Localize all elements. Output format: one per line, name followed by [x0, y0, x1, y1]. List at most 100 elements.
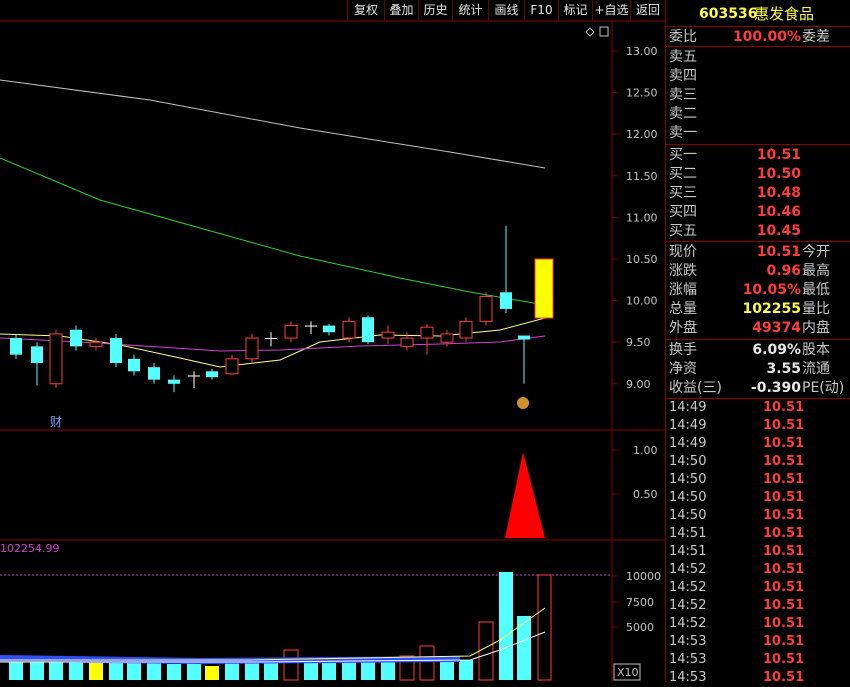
- tick-row: 14:52 10.51: [666, 615, 850, 633]
- candle-body: [518, 335, 530, 340]
- volume-bar: [537, 574, 552, 681]
- tick-time: 14:52: [669, 580, 707, 595]
- buy-level-price: 10.48: [756, 185, 801, 201]
- candle-body: [440, 333, 454, 343]
- stat-row: 外盘 49374 内盘: [666, 319, 850, 337]
- ma-mid-line: [0, 157, 546, 306]
- tick-row: 14:53 10.51: [666, 669, 850, 687]
- diamond-icon: [585, 27, 595, 37]
- tick-price: 10.51: [763, 634, 805, 649]
- buy-level-price: 10.51: [756, 147, 801, 163]
- candle-body: [342, 320, 356, 339]
- sell-level-row: 卖五: [666, 48, 850, 66]
- stat-label: 收益(三): [669, 380, 722, 396]
- signal-triangle: [505, 452, 545, 538]
- stat-right-label: 最低: [802, 282, 830, 298]
- cai-label: 财: [50, 415, 62, 429]
- volume-bar: [283, 649, 299, 681]
- tick-time: 14:50: [669, 508, 707, 523]
- sell-level-label: 卖五: [669, 49, 697, 65]
- candle-body: [265, 338, 277, 340]
- tick-time: 14:50: [669, 472, 707, 487]
- price-tick-label: 9.50: [626, 336, 651, 349]
- price-tick-label: 10.00: [626, 295, 658, 308]
- stat-label: 外盘: [669, 320, 697, 336]
- tick-time: 14:53: [669, 670, 707, 685]
- volume-bar: [342, 660, 356, 680]
- stat-right-label: 流通: [802, 361, 830, 377]
- candle-body: [323, 325, 335, 333]
- price-tick-label: 9.00: [626, 378, 651, 391]
- candle-body: [381, 331, 395, 339]
- sell-level-label: 卖一: [669, 125, 697, 141]
- stock-name: 惠发食品: [754, 5, 815, 23]
- candle-body: [305, 325, 317, 327]
- volume-bar: [499, 572, 513, 680]
- stat-label: 涨跌: [669, 263, 697, 279]
- weibi-row: 委比 100.00% 委差: [666, 28, 850, 46]
- volume-bar: [147, 662, 161, 680]
- stock-header: 603536 惠发食品: [666, 3, 850, 25]
- vol-tick-label: 7500: [626, 596, 654, 609]
- tick-price: 10.51: [763, 418, 805, 433]
- stat-label: 涨幅: [669, 282, 697, 298]
- weicha-label: 委差: [802, 29, 830, 45]
- candle-body: [284, 325, 298, 339]
- tick-time: 14:50: [669, 490, 707, 505]
- stat-right-label: PE(动): [802, 380, 845, 396]
- stock-code: 603536: [699, 6, 758, 22]
- stat-row: 现价 10.51 今开: [666, 243, 850, 261]
- volume-bar: [9, 660, 23, 680]
- stat-row: 收益(三) -0.390 PE(动): [666, 379, 850, 397]
- volume-bar: [478, 621, 494, 681]
- candle-body: [245, 337, 259, 360]
- volume-bar: [517, 616, 531, 680]
- stat-right-label: 内盘: [802, 320, 830, 336]
- kline-chart-svg[interactable]: 13.00 12.50 12.00 11.50 11.00 10.50 10.00 9.50 9…: [0, 0, 665, 682]
- tick-row: 14:49 10.51: [666, 435, 850, 453]
- stat-row: 净资 3.55 流通: [666, 360, 850, 378]
- vol-tick-label: 10000: [626, 570, 661, 583]
- tick-price: 10.51: [763, 490, 805, 505]
- x10-label: X10: [617, 666, 639, 679]
- price-tick-label: 10.50: [626, 253, 658, 266]
- sell-level-row: 卖一: [666, 124, 850, 142]
- tick-price: 10.51: [763, 400, 805, 415]
- tick-price: 10.51: [763, 544, 805, 559]
- tick-price: 10.51: [763, 526, 805, 541]
- tick-price: 10.51: [763, 652, 805, 667]
- candle-body: [70, 329, 82, 347]
- stat-label: 净资: [669, 361, 697, 377]
- tick-row: 14:49 10.51: [666, 399, 850, 417]
- tick-row: 14:50 10.51: [666, 489, 850, 507]
- stat-value: -0.390: [750, 380, 801, 396]
- candle-body: [362, 317, 374, 343]
- tick-time: 14:50: [669, 454, 707, 469]
- ma-long-line: [0, 79, 546, 169]
- candle-body: [188, 375, 200, 377]
- candle-body: [225, 358, 239, 375]
- buy-level-row: 买四 10.46: [666, 203, 850, 221]
- tick-price: 10.51: [763, 454, 805, 469]
- tick-price: 10.51: [763, 472, 805, 487]
- tick-price: 10.51: [763, 670, 805, 685]
- candle-body: [148, 367, 160, 380]
- tick-price: 10.51: [763, 508, 805, 523]
- tick-row: 14:53 10.51: [666, 633, 850, 651]
- window-icon: [599, 26, 609, 37]
- volume-bar: [167, 664, 181, 680]
- candle-body: [500, 292, 512, 309]
- buy-level-row: 买一 10.51: [666, 146, 850, 164]
- buy-level-label: 买五: [669, 223, 697, 239]
- kline-chart-area[interactable]: 13.00 12.50 12.00 11.50 11.00 10.50 10.00 9.50 9…: [0, 0, 665, 682]
- candle-body: [31, 346, 43, 363]
- vol-ma-line: [0, 607, 546, 661]
- stat-value: 0.96: [766, 263, 801, 279]
- volume-bar: [245, 662, 259, 680]
- stat-value: 3.55: [766, 361, 801, 377]
- ind-tick-label: 0.50: [633, 488, 658, 501]
- buy-level-price: 10.45: [756, 223, 801, 239]
- buy-level-row: 买三 10.48: [666, 184, 850, 202]
- volume-bar: [440, 662, 454, 680]
- volume-bar: [419, 645, 435, 681]
